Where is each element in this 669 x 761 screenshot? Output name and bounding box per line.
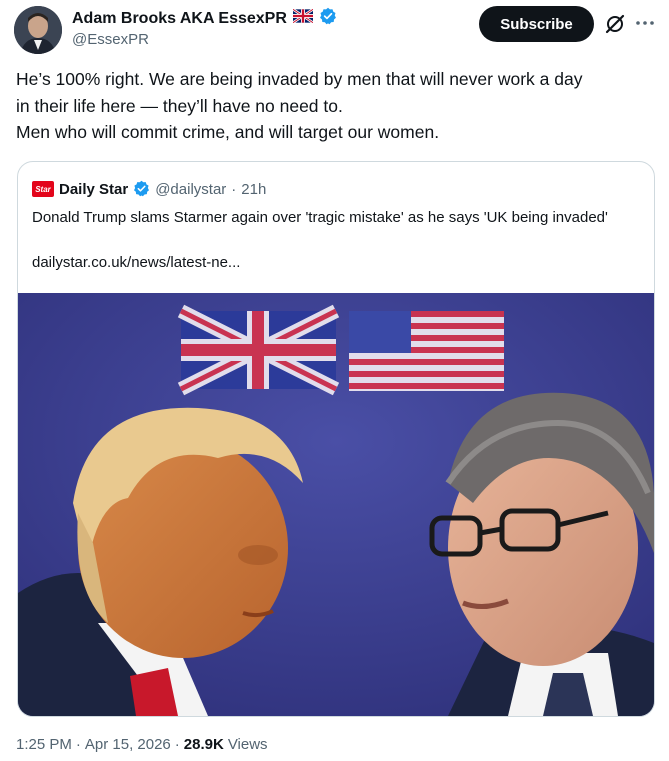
article-image[interactable] [18, 293, 654, 716]
views-count: 28.9K [183, 736, 224, 753]
author-handle[interactable]: @EssexPR [72, 31, 149, 48]
separator-dot: · [231, 180, 237, 198]
tweet-line: in their life here — they’ll have no nee… [16, 95, 343, 116]
quoted-header: Star Daily Star @dailystar · 21h [32, 180, 266, 198]
more-icon[interactable] [634, 12, 656, 34]
tweet-text: He’s 100% right. We are being invaded by… [16, 66, 656, 146]
daily-star-logo-icon: Star [32, 181, 54, 197]
tweet-line: Men who will commit crime, and will targ… [16, 122, 440, 142]
tweet-line: He’s 100% right. We are being invaded by… [16, 69, 583, 89]
quoted-timestamp[interactable]: 21h [241, 181, 266, 198]
author-row: Adam Brooks AKA EssexPR [72, 7, 337, 30]
avatar[interactable] [14, 6, 62, 54]
verified-badge-icon [133, 180, 150, 198]
verified-badge-icon [319, 7, 337, 30]
separator-dot: · [75, 736, 81, 753]
tweet-date[interactable]: Apr 15, 2026 [85, 736, 171, 753]
quoted-tweet-card[interactable]: Star Daily Star @dailystar · 21h Donald … [17, 161, 655, 717]
separator-dot: · [174, 736, 180, 753]
quoted-author-name[interactable]: Daily Star [59, 181, 128, 198]
subscribe-button[interactable]: Subscribe [479, 6, 594, 42]
uk-flag-icon [292, 8, 314, 28]
quoted-author-handle[interactable]: @dailystar [155, 181, 226, 198]
tweet-meta: 1:25 PM · Apr 15, 2026 · 28.9K Views [16, 736, 268, 753]
quoted-link[interactable]: dailystar.co.uk/news/latest-ne... [32, 254, 240, 271]
views-label: Views [227, 736, 268, 753]
tweet-time[interactable]: 1:25 PM [16, 736, 72, 753]
grok-icon[interactable] [603, 12, 627, 36]
quoted-text: Donald Trump slams Starmer again over 't… [32, 209, 608, 226]
author-name[interactable]: Adam Brooks AKA EssexPR [72, 10, 287, 28]
